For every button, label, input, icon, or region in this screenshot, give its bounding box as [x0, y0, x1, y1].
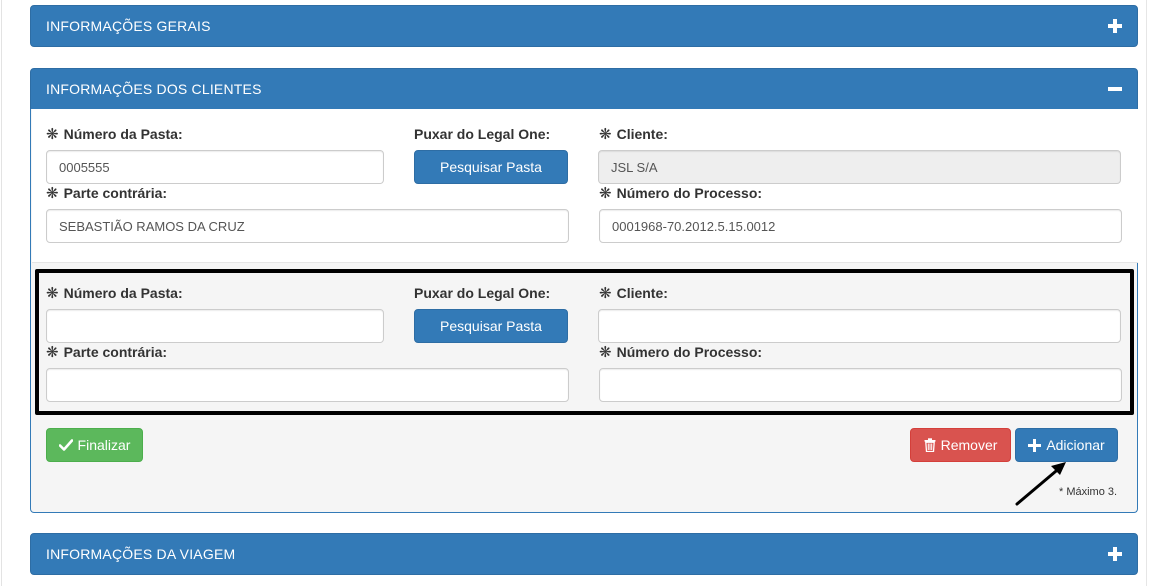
client-input-1[interactable]: JSL S/A — [598, 150, 1121, 184]
panel-title-travel: INFORMAÇÕES DA VIAGEM — [46, 546, 236, 562]
check-icon — [58, 439, 73, 451]
plus-icon[interactable] — [1108, 547, 1122, 561]
pull-legal-one-label-2: Puxar do Legal One: — [414, 285, 551, 301]
required-icon: ❋ — [46, 343, 59, 361]
required-icon: ❋ — [599, 343, 612, 361]
opposing-party-input-2[interactable] — [46, 368, 569, 402]
folder-number-input-2[interactable] — [46, 309, 384, 343]
plus-icon — [1028, 438, 1042, 452]
client-label-1: ❋ Cliente: — [599, 125, 668, 143]
search-folder-button-1[interactable]: Pesquisar Pasta — [414, 150, 568, 184]
required-icon: ❋ — [599, 184, 612, 202]
finish-button[interactable]: Finalizar — [46, 428, 143, 462]
panel-title-clients: INFORMAÇÕES DOS CLIENTES — [46, 81, 262, 97]
opposing-party-label-1: ❋ Parte contrária: — [46, 184, 168, 202]
page-right-border — [1146, 0, 1147, 586]
remove-button[interactable]: Remover — [910, 428, 1011, 462]
client-label-2: ❋ Cliente: — [599, 284, 668, 302]
pull-legal-one-label-1: Puxar do Legal One: — [414, 126, 551, 142]
panel-title-general: INFORMAÇÕES GERAIS — [46, 18, 211, 34]
plus-icon[interactable] — [1108, 19, 1122, 33]
add-button[interactable]: Adicionar — [1015, 428, 1118, 462]
required-icon: ❋ — [46, 125, 59, 143]
panel-heading-clients[interactable]: INFORMAÇÕES DOS CLIENTES — [30, 68, 1138, 110]
process-number-input-2[interactable] — [599, 368, 1122, 402]
panel-heading-general[interactable]: INFORMAÇÕES GERAIS — [30, 5, 1138, 47]
opposing-party-input-1[interactable]: SEBASTIÃO RAMOS DA CRUZ — [46, 209, 569, 243]
minus-icon[interactable] — [1108, 82, 1122, 96]
opposing-party-label-2: ❋ Parte contrária: — [46, 343, 168, 361]
search-folder-button-2[interactable]: Pesquisar Pasta — [414, 309, 568, 343]
process-number-label-2: ❋ Número do Processo: — [599, 343, 763, 361]
process-number-input-1[interactable]: 0001968-70.2012.5.15.0012 — [599, 209, 1122, 243]
required-icon: ❋ — [599, 284, 612, 302]
panel-heading-travel[interactable]: INFORMAÇÕES DA VIAGEM — [30, 533, 1138, 575]
folder-number-input-1[interactable]: 0005555 — [46, 150, 384, 184]
process-number-label-1: ❋ Número do Processo: — [599, 184, 763, 202]
arrow-annotation-icon — [1015, 462, 1066, 506]
required-icon: ❋ — [46, 284, 59, 302]
trash-icon — [924, 438, 936, 452]
folder-number-label-2: ❋ Número da Pasta: — [46, 284, 183, 302]
client-input-2[interactable] — [598, 309, 1121, 343]
required-icon: ❋ — [599, 125, 612, 143]
page-left-border — [1, 0, 2, 586]
required-icon: ❋ — [46, 184, 59, 202]
folder-number-label-1: ❋ Número da Pasta: — [46, 125, 183, 143]
